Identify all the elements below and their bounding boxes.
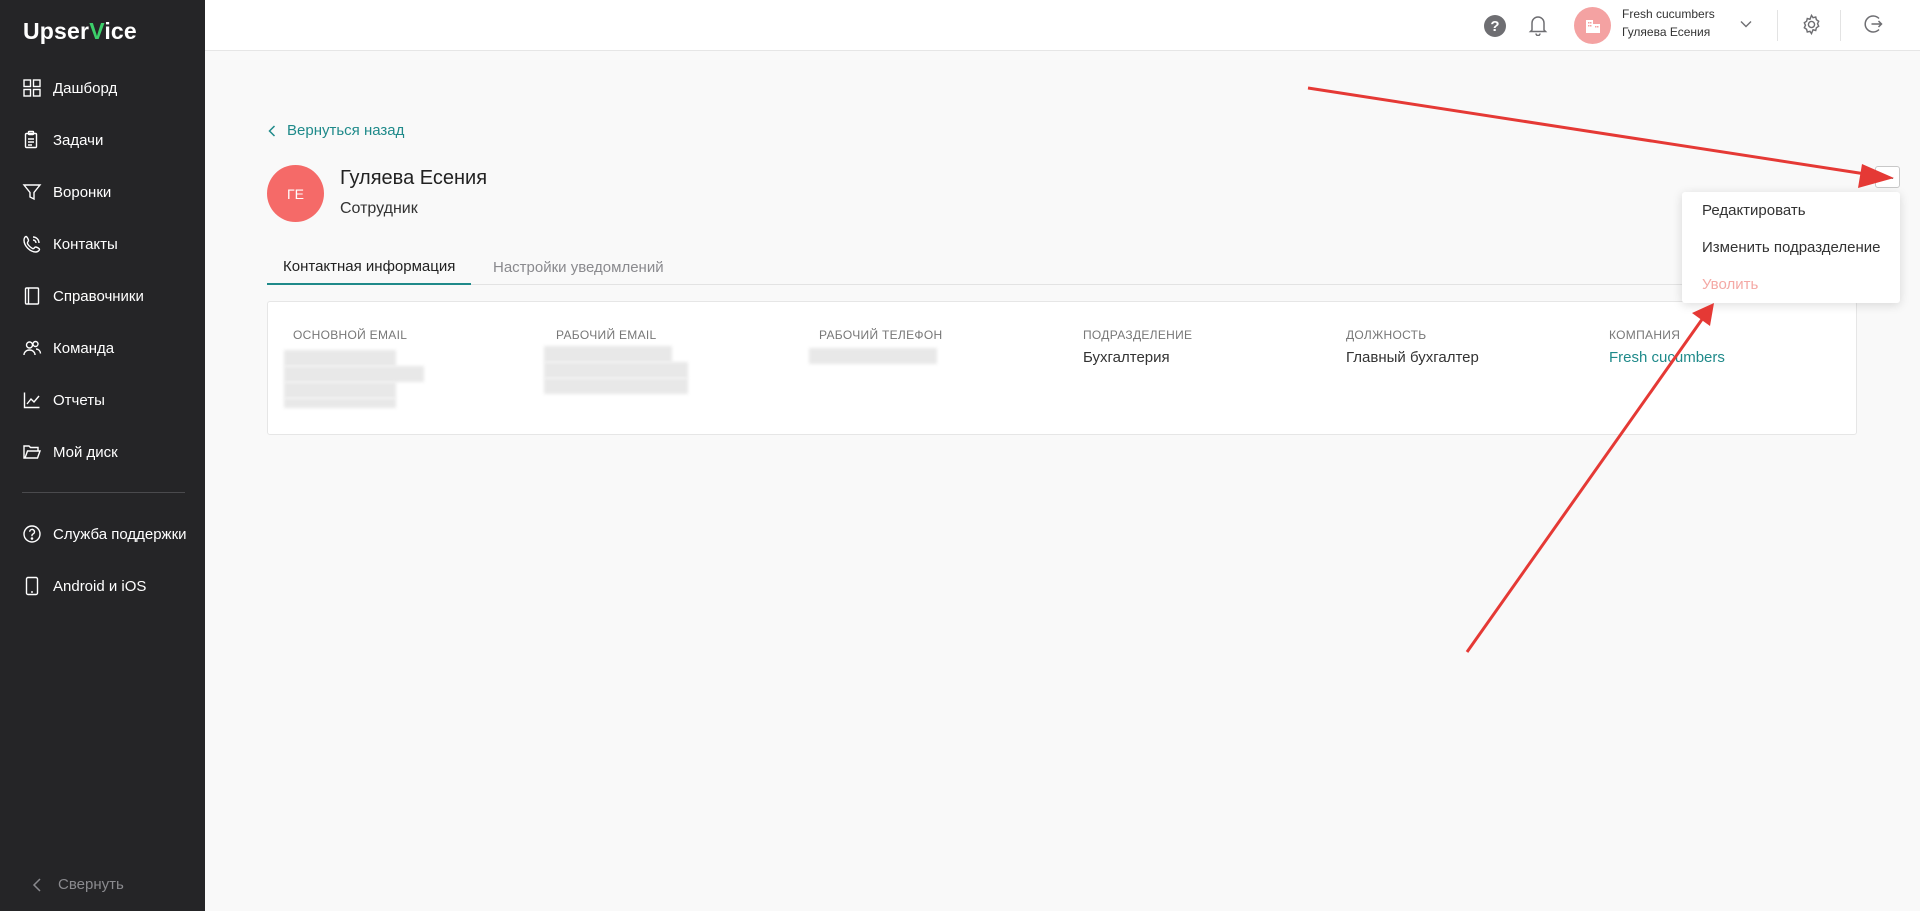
sidebar-item-support[interactable]: Служба поддержки [0, 514, 205, 554]
sidebar-item-contacts[interactable]: Контакты [0, 224, 205, 264]
sidebar-item-label: Служба поддержки [53, 525, 187, 543]
logo-text-right: ice [104, 18, 137, 44]
back-link-label: Вернуться назад [287, 122, 405, 139]
work-email-label: РАБОЧИЙ EMAIL [556, 328, 657, 342]
tasks-icon [22, 130, 42, 150]
more-dots-icon: ··· [1879, 169, 1896, 185]
sidebar-item-label: Дашборд [53, 79, 118, 97]
sidebar-item-label: Справочники [53, 287, 144, 305]
contacts-icon [22, 234, 42, 254]
back-link[interactable]: Вернуться назад [268, 122, 404, 139]
collapse-label: Свернуть [58, 876, 124, 893]
sidebar-item-reports[interactable]: Отчеты [0, 380, 205, 420]
tabs: Контактная информация Настройки уведомле… [267, 249, 1857, 285]
sidebar-item-my-disk[interactable]: Мой диск [0, 432, 205, 472]
company-label: КОМПАНИЯ [1609, 328, 1681, 342]
contact-info-card: ОСНОВНОЙ EMAIL РАБОЧИЙ EMAIL РАБОЧИЙ ТЕЛ… [267, 301, 1857, 435]
funnel-icon [22, 182, 42, 202]
avatar: ГЕ [267, 165, 324, 222]
actions-menu: Редактировать Изменить подразделение Уво… [1682, 192, 1900, 303]
sidebar-item-label: Контакты [53, 235, 118, 253]
company-link[interactable]: Fresh cucumbers [1609, 349, 1725, 366]
collapse-sidebar-button[interactable]: Свернуть [32, 876, 124, 893]
sidebar-item-tasks[interactable]: Задачи [0, 120, 205, 160]
tab-notification-settings[interactable]: Настройки уведомлений [493, 249, 664, 285]
person-role: Сотрудник [340, 200, 418, 217]
sidebar-item-dashboard[interactable]: Дашборд [0, 68, 205, 108]
menu-item-dismiss[interactable]: Уволить [1702, 276, 1758, 293]
chevron-down-icon[interactable] [1739, 17, 1753, 31]
dashboard-icon [22, 78, 42, 98]
annotation-arrow [1307, 86, 1894, 188]
help-glyph: ? [1490, 17, 1500, 35]
tab-contact-info[interactable]: Контактная информация [267, 249, 472, 285]
topbar-divider [1777, 10, 1778, 41]
department-value: Бухгалтерия [1083, 349, 1170, 366]
topbar-divider [1840, 10, 1841, 41]
logo-check: V [89, 18, 105, 44]
sidebar-item-label: Команда [53, 339, 115, 357]
sidebar-item-label: Мой диск [53, 443, 118, 461]
company-name[interactable]: Fresh cucumbers [1622, 7, 1715, 21]
sidebar-item-label: Воронки [53, 183, 112, 201]
logo-text-left: Upser [23, 18, 90, 44]
app-logo[interactable]: UpserVice [23, 18, 137, 45]
position-label: ДОЛЖНОСТЬ [1346, 328, 1427, 342]
chevron-left-icon [268, 124, 276, 137]
more-actions-button[interactable]: ··· [1875, 166, 1900, 188]
help-circle-icon [22, 524, 42, 544]
sidebar-item-funnels[interactable]: Воронки [0, 172, 205, 212]
sidebar-divider [22, 492, 185, 493]
current-user-name[interactable]: Гуляева Есения [1622, 25, 1710, 39]
department-label: ПОДРАЗДЕЛЕНИЕ [1083, 328, 1193, 342]
book-icon [22, 286, 42, 306]
sidebar-item-label: Задачи [53, 131, 104, 149]
team-icon [22, 338, 42, 358]
reports-icon [22, 390, 42, 410]
gear-icon[interactable] [1800, 13, 1823, 36]
building-icon [1585, 19, 1600, 33]
company-avatar[interactable] [1574, 7, 1611, 44]
help-icon[interactable]: ? [1484, 15, 1506, 37]
sidebar-item-label: Android и iOS [53, 577, 147, 595]
tab-label: Настройки уведомлений [493, 258, 664, 276]
menu-item-change-department[interactable]: Изменить подразделение [1702, 239, 1880, 256]
sidebar-item-mobile-apps[interactable]: Android и iOS [0, 566, 205, 606]
bell-icon[interactable] [1528, 14, 1548, 37]
tab-label: Контактная информация [283, 257, 456, 275]
position-value: Главный бухгалтер [1346, 349, 1479, 366]
menu-item-edit[interactable]: Редактировать [1702, 202, 1806, 219]
sidebar-item-directories[interactable]: Справочники [0, 276, 205, 316]
sidebar-item-label: Отчеты [53, 391, 105, 409]
page-title: Гуляева Есения [340, 167, 488, 189]
logout-icon[interactable] [1862, 13, 1884, 35]
folder-icon [22, 442, 42, 462]
sidebar-item-team[interactable]: Команда [0, 328, 205, 368]
sidebar: UpserVice Дашборд Задачи Воронки Контакт… [0, 0, 205, 911]
primary-email-label: ОСНОВНОЙ EMAIL [293, 328, 408, 342]
avatar-initials: ГЕ [287, 185, 304, 202]
chevron-left-icon [32, 877, 42, 892]
mobile-icon [22, 576, 42, 596]
work-phone-label: РАБОЧИЙ ТЕЛЕФОН [819, 328, 943, 342]
